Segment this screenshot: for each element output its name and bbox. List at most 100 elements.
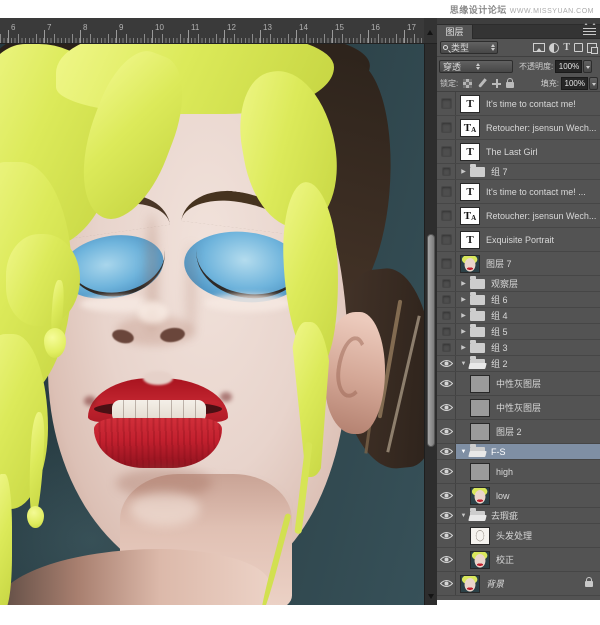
lock-paint-icon[interactable] xyxy=(477,78,487,89)
expand-arrow[interactable]: ▼ xyxy=(459,449,468,455)
expand-arrow[interactable]: ▶ xyxy=(459,328,468,335)
group-row[interactable]: ▶组 4 xyxy=(437,308,600,324)
pixel-layer-filter-icon[interactable] xyxy=(533,43,545,52)
layer-name: 背景 xyxy=(486,577,504,590)
layer-row[interactable]: TThe Last Girl xyxy=(437,140,600,164)
layer-name: Retoucher: jsensun Wech... xyxy=(486,123,596,133)
lock-row: 锁定: 填充: 100% xyxy=(437,76,600,92)
ruler-number: 15 xyxy=(335,23,344,32)
filter-kind-dropdown[interactable]: 类型 xyxy=(440,41,498,54)
visibility-toggle[interactable] xyxy=(437,356,456,371)
blend-mode-dropdown[interactable]: 穿透 xyxy=(439,60,513,73)
visibility-toggle[interactable] xyxy=(437,116,456,139)
visibility-toggle[interactable] xyxy=(437,508,456,523)
ruler-major-tick xyxy=(224,30,225,43)
expand-arrow[interactable]: ▼ xyxy=(459,513,468,519)
document-canvas[interactable] xyxy=(0,44,424,605)
fill-value[interactable]: 100% xyxy=(561,77,588,90)
adjustment-layer-filter-icon[interactable] xyxy=(549,43,559,53)
visibility-toggle[interactable] xyxy=(437,324,456,339)
visibility-toggle[interactable] xyxy=(437,92,456,115)
ruler-major-tick xyxy=(368,30,369,43)
opacity-value[interactable]: 100% xyxy=(555,60,582,73)
visibility-toggle[interactable] xyxy=(437,548,456,571)
hidden-visibility-box xyxy=(442,167,451,176)
panel-menu-icon[interactable] xyxy=(583,28,596,36)
ruler-major-tick xyxy=(188,30,189,43)
visibility-toggle[interactable] xyxy=(437,252,456,275)
visibility-toggle[interactable] xyxy=(437,444,456,459)
ruler-major-tick xyxy=(8,30,9,43)
ruler-number: 12 xyxy=(227,23,236,32)
layer-name: 头发处理 xyxy=(496,529,532,542)
tab-layers[interactable]: 图层 xyxy=(437,25,473,39)
group-row[interactable]: ▶组 6 xyxy=(437,292,600,308)
layer-row[interactable]: 中性灰图层 xyxy=(437,372,600,396)
expand-arrow[interactable]: ▼ xyxy=(459,361,468,367)
watermark-url: WWW.MISSYUAN.COM xyxy=(510,8,594,15)
shape-layer-filter-icon[interactable] xyxy=(574,43,583,52)
layer-row[interactable]: TARetoucher: jsensun Wech... xyxy=(437,204,600,228)
layer-row[interactable]: TExquisite Portrait xyxy=(437,228,600,252)
visibility-toggle[interactable] xyxy=(437,292,456,307)
eye-icon xyxy=(440,359,453,368)
visibility-toggle[interactable] xyxy=(437,372,456,395)
group-row[interactable]: ▼组 2 xyxy=(437,356,600,372)
expand-arrow[interactable]: ▶ xyxy=(459,296,468,303)
ruler-major-tick xyxy=(44,30,45,43)
smart-object-filter-icon[interactable] xyxy=(587,43,597,53)
expand-arrow[interactable]: ▶ xyxy=(459,344,468,351)
search-icon xyxy=(443,45,448,50)
ruler-number: 11 xyxy=(191,23,199,32)
visibility-toggle[interactable] xyxy=(437,204,456,227)
vertical-scrollbar[interactable] xyxy=(424,44,437,605)
group-row[interactable]: ▶组 5 xyxy=(437,324,600,340)
fill-dropdown-arrow[interactable] xyxy=(589,77,598,90)
expand-arrow[interactable]: ▶ xyxy=(459,168,468,175)
layer-row[interactable]: high xyxy=(437,460,600,484)
group-row[interactable]: ▼F-S xyxy=(437,444,600,460)
visibility-toggle[interactable] xyxy=(437,140,456,163)
lip-corner xyxy=(220,392,232,402)
layer-row[interactable]: low xyxy=(437,484,600,508)
layer-row[interactable]: 校正 xyxy=(437,548,600,572)
layer-row[interactable]: 背景 xyxy=(437,572,600,596)
visibility-toggle[interactable] xyxy=(437,276,456,291)
group-row[interactable]: ▼ 去瑕疵 xyxy=(437,508,600,524)
layer-thumbnail xyxy=(470,375,490,393)
layer-row[interactable]: TIt's time to contact me! ... xyxy=(437,180,600,204)
visibility-toggle[interactable] xyxy=(437,572,456,595)
visibility-toggle[interactable] xyxy=(437,460,456,483)
layer-row[interactable]: 图层 2 xyxy=(437,420,600,444)
hidden-visibility-box xyxy=(442,295,451,304)
visibility-toggle[interactable] xyxy=(437,180,456,203)
opacity-dropdown-arrow[interactable] xyxy=(583,60,592,73)
expand-arrow[interactable]: ▶ xyxy=(459,280,468,287)
visibility-toggle[interactable] xyxy=(437,524,456,547)
visibility-toggle[interactable] xyxy=(437,308,456,323)
lock-transparency-icon[interactable] xyxy=(463,79,472,88)
layer-row[interactable]: TARetoucher: jsensun Wech... xyxy=(437,116,600,140)
type-layer-filter-icon[interactable]: T xyxy=(563,42,570,53)
ruler-number: 8 xyxy=(83,23,87,32)
group-row[interactable]: ▶组 3 xyxy=(437,340,600,356)
lock-all-icon[interactable] xyxy=(506,82,514,88)
group-row[interactable]: ▶组 7 xyxy=(437,164,600,180)
visibility-toggle[interactable] xyxy=(437,420,456,443)
expand-arrow[interactable]: ▶ xyxy=(459,312,468,319)
scrollbar-thumb[interactable] xyxy=(427,234,435,447)
layer-name: 去瑕疵 xyxy=(491,509,518,522)
visibility-toggle[interactable] xyxy=(437,228,456,251)
visibility-toggle[interactable] xyxy=(437,484,456,507)
group-row[interactable]: ▶观察层 xyxy=(437,276,600,292)
layer-row[interactable]: 图层 7 xyxy=(437,252,600,276)
layer-row[interactable]: 中性灰图层 xyxy=(437,396,600,420)
visibility-toggle[interactable] xyxy=(437,340,456,355)
lock-move-icon[interactable] xyxy=(492,79,501,88)
blend-mode-value: 穿透 xyxy=(443,60,476,73)
layer-row[interactable]: TIt's time to contact me! xyxy=(437,92,600,116)
visibility-toggle[interactable] xyxy=(437,396,456,419)
layer-thumbnail xyxy=(470,463,490,481)
layer-row[interactable]: 头发处理 xyxy=(437,524,600,548)
visibility-toggle[interactable] xyxy=(437,164,456,179)
